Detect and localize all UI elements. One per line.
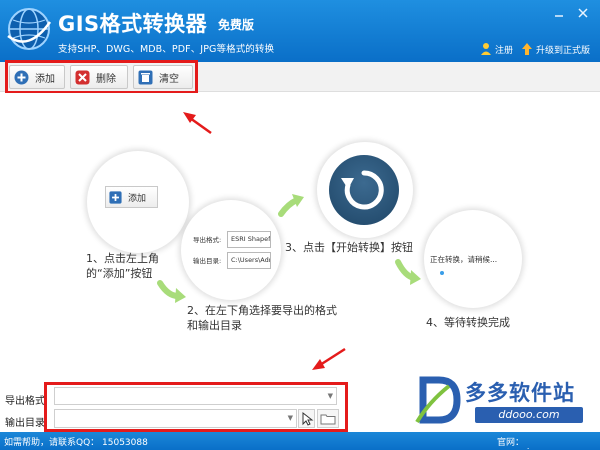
globe-logo-icon [7,8,52,50]
watermark-domain: ddooo.com [475,407,583,423]
edition-label: 免费版 [218,18,255,32]
guide-add-button: 添加 [105,186,158,208]
converting-status-text: 正在转换，请稍候... [430,255,498,264]
app-subtitle: 支持SHP、DWG、MDB、PDF、JPG等格式的转换 [58,44,275,55]
guide-format-label: 导出格式: [193,236,222,244]
guide-add-label: 添加 [128,193,147,204]
app-title: GIS格式转换器 [58,12,208,36]
register-link[interactable]: 注册 [480,42,513,56]
help-contact-text: 如需帮助，请联系QQ： 15053088 [4,438,148,448]
website-link[interactable]: 官网：www.gissaas.com [497,435,600,450]
step-2-circle [181,200,281,300]
step-3-text: 3、点击【开始转换】按钮 [285,241,413,254]
watermark-logo-icon [415,376,461,424]
progress-indicator [440,271,444,275]
step-2-text: 2、在左下角选择要导出的格式和输出目录 [187,304,337,332]
minimize-icon [555,15,563,17]
register-label: 注册 [495,45,514,56]
guide-dir-row: 输出目录: C:\Users\Adm [193,251,271,269]
settings-highlight-box [44,382,348,432]
upgrade-link[interactable]: 升级到正式版 [521,42,590,56]
start-convert-button[interactable] [329,155,399,225]
close-icon [578,8,588,18]
upgrade-label: 升级到正式版 [536,45,591,56]
step-1-text: 1、点击左上角的“添加”按钮 [86,252,159,280]
guide-dir-value: C:\Users\Adm [227,251,271,269]
plus-icon [109,190,122,204]
refresh-icon [341,170,384,210]
guide-dir-label: 输出目录: [193,257,222,265]
minimize-button[interactable] [553,8,565,20]
toolbar-highlight-box [5,60,198,94]
format-label: 导出格式 [5,396,45,407]
close-button[interactable] [577,8,589,20]
watermark-name: 多多软件站 [465,381,575,405]
title-bar: GIS格式转换器 免费版 支持SHP、DWG、MDB、PDF、JPG等格式的转换… [0,0,600,62]
dir-label: 输出目录 [5,418,45,429]
guide-format-value: ESRI Shapefile [227,230,271,248]
user-icon [481,43,491,55]
step-4-text: 4、等待转换完成 [426,316,510,329]
up-arrow-icon [522,43,532,55]
status-bar: 如需帮助，请联系QQ： 15053088 官网：www.gissaas.com [0,432,600,450]
guide-format-row: 导出格式: ESRI Shapefile [193,230,271,248]
